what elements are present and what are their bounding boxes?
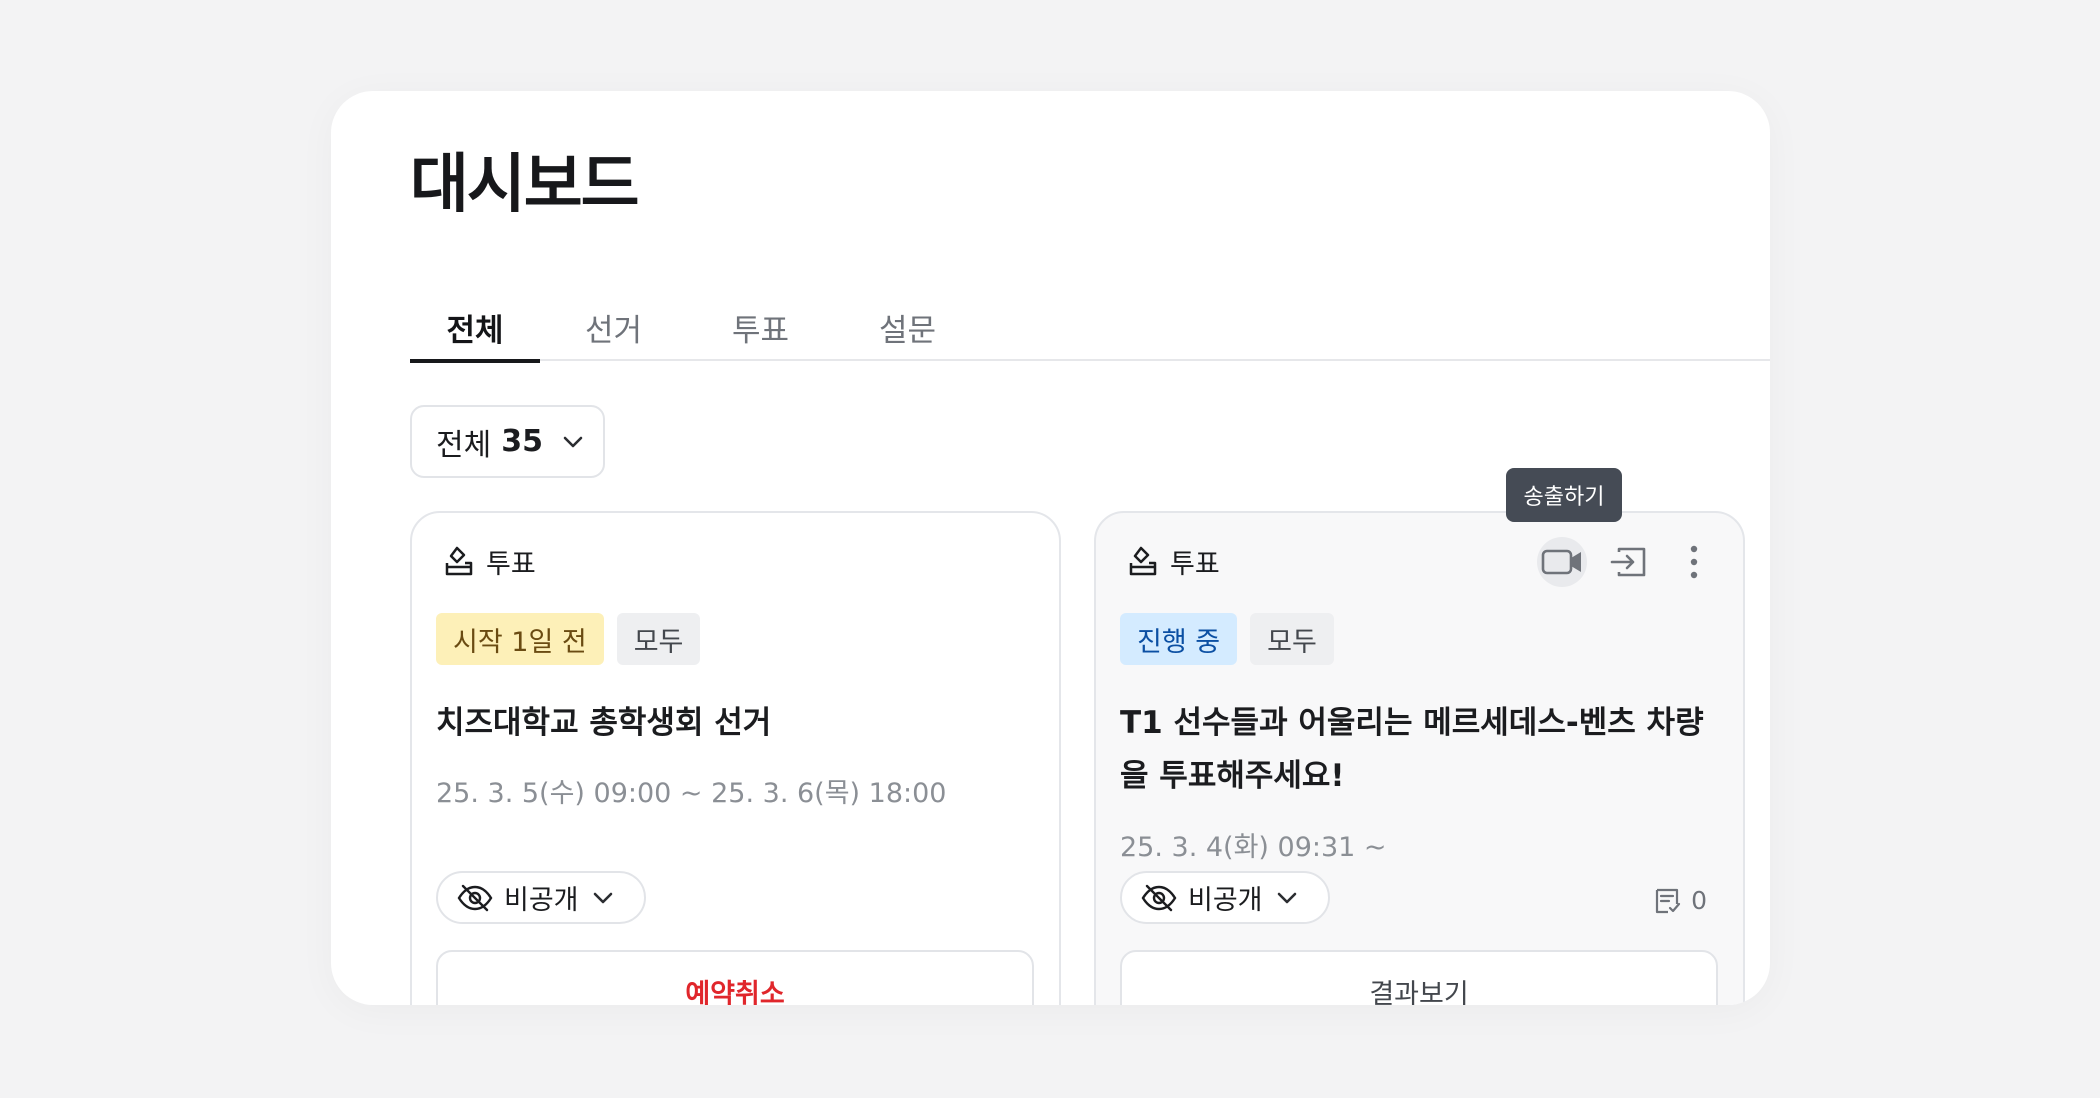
- card-date: 25. 3. 5(수) 09:00 ~ 25. 3. 6(목) 18:00: [436, 778, 947, 809]
- enter-icon: [1610, 547, 1646, 577]
- cancel-reservation-button[interactable]: 예약취소: [436, 950, 1034, 1005]
- card-badges: 진행 중 모두: [1120, 613, 1334, 665]
- comment-count: 0: [1653, 886, 1707, 915]
- eye-off-icon: [457, 884, 493, 911]
- more-vertical-icon: [1690, 545, 1698, 579]
- tab-election[interactable]: 선거: [540, 299, 687, 361]
- broadcast-button[interactable]: [1537, 537, 1587, 587]
- visibility-dropdown[interactable]: 비공개: [436, 871, 646, 924]
- video-camera-icon: [1541, 549, 1581, 575]
- card-badges: 시작 1일 전 모두: [436, 613, 701, 665]
- audience-badge: 모두: [616, 613, 701, 665]
- card-type-label: 투표: [1170, 548, 1220, 580]
- status-badge: 진행 중: [1120, 613, 1238, 665]
- tab-bar: 전체 선거 투표 설문: [410, 299, 1770, 363]
- vote-card: 투표 시작 1일 전 모두 치즈대학교 총학생회 선거 25. 3. 5(수) …: [410, 511, 1061, 1005]
- visibility-label: 비공개: [1188, 885, 1263, 916]
- vote-card: 투표 진행 중 모두 T1 선수들과 어울리는 메르세데스-벤츠 차량을 투표해…: [1094, 511, 1745, 1005]
- filter-label: 전체: [436, 427, 492, 463]
- tab-all[interactable]: 전체: [410, 299, 540, 363]
- ballot-box-icon: [1129, 546, 1157, 576]
- audience-badge: 모두: [1250, 613, 1334, 665]
- share-button[interactable]: [1603, 537, 1653, 587]
- ballot-box-icon: [445, 546, 473, 576]
- comment-count-value: 0: [1691, 886, 1707, 915]
- tab-vote[interactable]: 투표: [687, 299, 834, 361]
- visibility-label: 비공개: [504, 885, 579, 916]
- page-title: 대시보드: [410, 148, 640, 222]
- chevron-down-icon: [563, 436, 583, 447]
- dashboard-panel: 대시보드 전체 선거 투표 설문 전체 35 투표 시작 1일 전 모두 치즈대…: [331, 91, 1770, 1005]
- card-date: 25. 3. 4(화) 09:31 ~: [1120, 832, 1387, 863]
- broadcast-tooltip: 송출하기: [1506, 468, 1622, 522]
- more-options-button[interactable]: [1669, 537, 1719, 587]
- status-badge: 시작 1일 전: [436, 613, 604, 665]
- card-type-label: 투표: [486, 548, 536, 580]
- chevron-down-icon: [1277, 892, 1296, 903]
- eye-off-icon: [1141, 884, 1177, 911]
- tab-survey[interactable]: 설문: [834, 299, 981, 361]
- view-results-button[interactable]: 결과보기: [1120, 950, 1718, 1005]
- card-type: 투표: [1126, 541, 1220, 581]
- card-tools: [1537, 537, 1719, 587]
- card-type: 투표: [442, 541, 536, 581]
- filter-dropdown[interactable]: 전체 35: [410, 405, 605, 478]
- card-title: T1 선수들과 어울리는 메르세데스-벤츠 차량을 투표해주세요!: [1120, 705, 1704, 794]
- visibility-dropdown[interactable]: 비공개: [1120, 871, 1330, 924]
- filter-count: 35: [501, 424, 543, 459]
- chevron-down-icon: [593, 892, 612, 903]
- comment-check-icon: [1655, 888, 1681, 913]
- card-title: 치즈대학교 총학생회 선거: [436, 705, 772, 741]
